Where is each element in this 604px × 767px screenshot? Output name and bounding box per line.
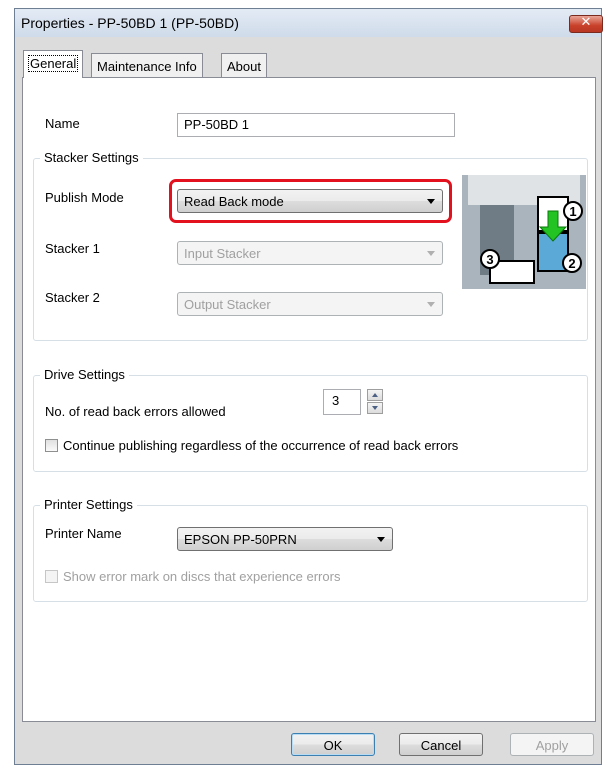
ok-button[interactable]: OK <box>291 733 375 756</box>
arrow-down-icon <box>372 406 378 410</box>
title-bar[interactable]: Properties - PP-50BD 1 (PP-50BD) ✕ <box>15 9 603 37</box>
error-mark-label[interactable]: Show error mark on discs that experience… <box>63 569 340 584</box>
stacker1-value: Input Stacker <box>184 246 261 261</box>
chevron-down-icon <box>377 537 385 542</box>
tab-label: General <box>27 55 79 72</box>
stacker-diagram: 1 2 3 <box>462 175 586 289</box>
properties-dialog: Properties - PP-50BD 1 (PP-50BD) ✕ Gener… <box>14 8 603 765</box>
general-tab-panel: Name PP-50BD 1 Stacker Settings Publish … <box>22 77 596 722</box>
publish-mode-label: Publish Mode <box>45 190 124 205</box>
chevron-down-icon <box>427 199 435 204</box>
printer-name-label: Printer Name <box>45 526 122 541</box>
printer-settings-title: Printer Settings <box>40 497 137 512</box>
continue-publishing-checkbox[interactable] <box>45 439 58 452</box>
cancel-button[interactable]: Cancel <box>399 733 483 756</box>
stacker-settings-title: Stacker Settings <box>40 150 143 165</box>
tab-general[interactable]: General <box>23 50 84 78</box>
stacker2-label: Stacker 2 <box>45 290 100 305</box>
arrow-up-icon <box>372 393 378 397</box>
spin-down-button[interactable] <box>367 402 383 414</box>
chevron-down-icon <box>427 251 435 256</box>
continue-publishing-label[interactable]: Continue publishing regardless of the oc… <box>63 438 458 453</box>
stacker2-select[interactable]: Output Stacker <box>177 292 443 316</box>
tab-label: About <box>227 59 261 74</box>
read-back-errors-label: No. of read back errors allowed <box>45 404 226 419</box>
apply-button[interactable]: Apply <box>510 733 594 756</box>
chevron-down-icon <box>427 302 435 307</box>
printer-settings-group: Printer Settings <box>33 497 588 602</box>
close-icon: ✕ <box>580 15 592 30</box>
stacker1-select[interactable]: Input Stacker <box>177 241 443 265</box>
tab-label: Maintenance Info <box>97 59 197 74</box>
stacker2-value: Output Stacker <box>184 297 271 312</box>
printer-name-value: EPSON PP-50PRN <box>184 532 297 547</box>
drive-settings-title: Drive Settings <box>40 367 129 382</box>
read-back-errors-input[interactable]: 3 <box>323 389 361 415</box>
name-label: Name <box>45 116 80 131</box>
name-field[interactable]: PP-50BD 1 <box>177 113 455 137</box>
number-1-text: 1 <box>569 204 576 219</box>
number-2-text: 2 <box>568 256 575 271</box>
stacker1-label: Stacker 1 <box>45 241 100 256</box>
window-title: Properties - PP-50BD 1 (PP-50BD) <box>21 15 239 31</box>
tab-about[interactable]: About <box>221 53 267 77</box>
tab-maintenance-info[interactable]: Maintenance Info <box>91 53 203 77</box>
printer-name-select[interactable]: EPSON PP-50PRN <box>177 527 393 551</box>
number-3-text: 3 <box>486 252 493 267</box>
error-mark-checkbox[interactable] <box>45 570 58 583</box>
close-button[interactable]: ✕ <box>569 15 603 33</box>
spin-up-button[interactable] <box>367 389 383 401</box>
drive-settings-group: Drive Settings <box>33 367 588 472</box>
publish-mode-select[interactable]: Read Back mode <box>177 189 443 213</box>
publish-mode-value: Read Back mode <box>184 194 284 209</box>
